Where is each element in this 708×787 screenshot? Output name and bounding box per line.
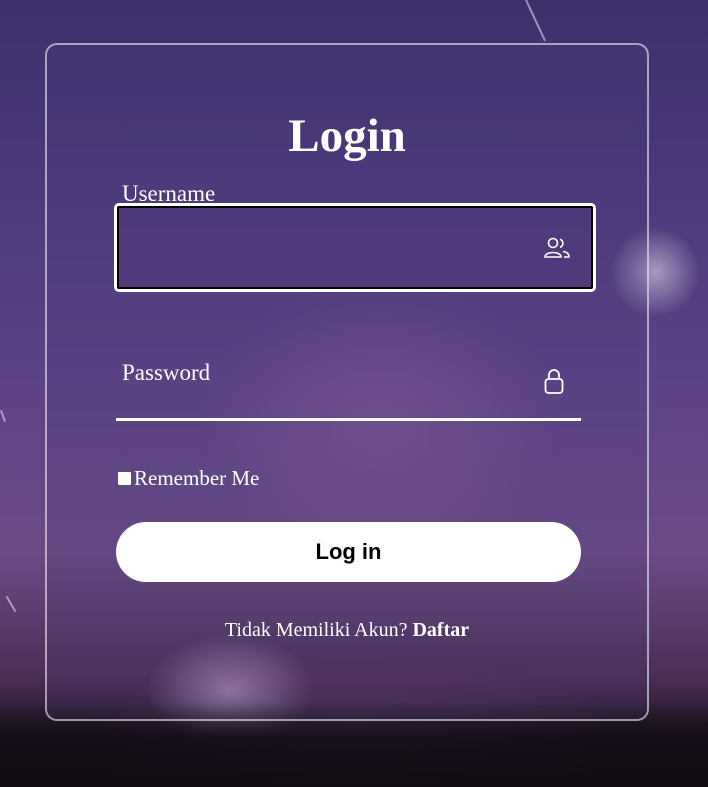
password-input[interactable] [116, 418, 581, 421]
lock-icon [544, 369, 564, 394]
light-streak [0, 410, 6, 422]
signup-link[interactable]: Daftar [412, 619, 469, 641]
users-icon [544, 237, 570, 258]
signup-prompt-text: Tidak Memiliki Akun? [224, 619, 408, 641]
signup-prompt: Tidak Memiliki Akun? Daftar [47, 619, 647, 642]
login-card: Login Username Password Remember Me Log … [45, 43, 649, 721]
login-title: Login [288, 110, 406, 162]
remember-me-label: Remember Me [134, 466, 260, 490]
remember-me-checkbox[interactable] [117, 471, 132, 486]
login-button[interactable]: Log in [116, 522, 581, 582]
light-streak [525, 0, 546, 42]
remember-me[interactable]: Remember Me [116, 466, 259, 491]
username-input[interactable] [114, 203, 596, 292]
password-label: Password [122, 360, 211, 385]
light-streak [5, 595, 17, 613]
